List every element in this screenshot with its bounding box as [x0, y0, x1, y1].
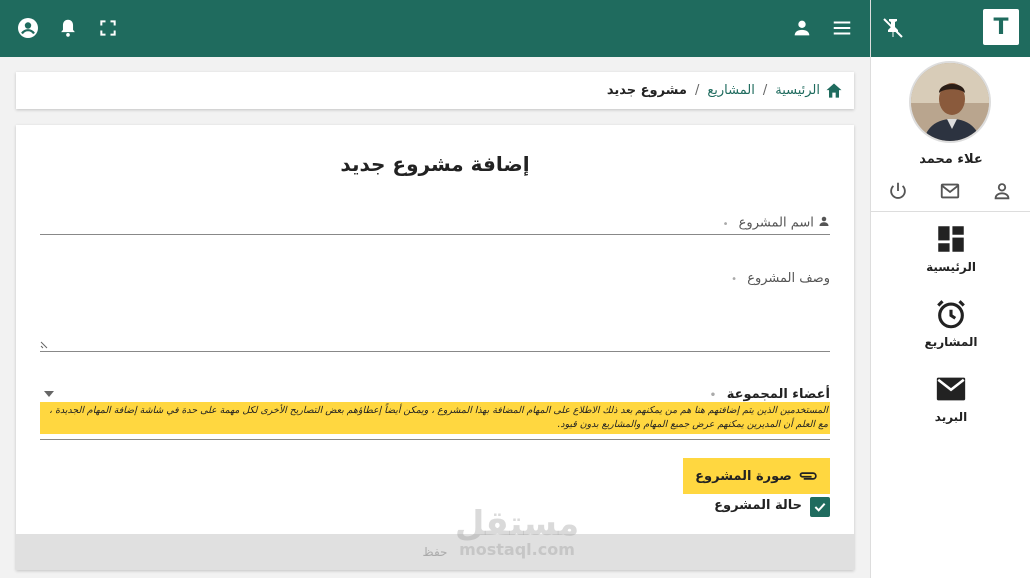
project-desc-label-text: وصف المشروع [747, 271, 830, 286]
page-title: إضافة مشروع جديد [340, 152, 530, 176]
fullscreen-icon[interactable] [94, 14, 122, 42]
save-button[interactable]: حفظ [16, 534, 854, 570]
sidebar-item-label: الرئيسية [926, 260, 976, 274]
profile-icon[interactable] [991, 180, 1015, 204]
paperclip-icon [792, 469, 818, 483]
project-desc-label: وصف المشروع • [731, 271, 830, 286]
project-status-checkbox[interactable] [810, 497, 830, 517]
envelope-icon[interactable] [939, 180, 963, 204]
top-app-bar [0, 0, 870, 57]
members-label: أعضاء المجموعة • [710, 387, 830, 402]
mail-icon [934, 372, 968, 406]
sidebar-item-label: البريد [934, 410, 968, 424]
project-name-input[interactable] [40, 234, 830, 235]
sidebar-header: T [871, 0, 1030, 57]
person-small-icon [818, 215, 830, 231]
avatar [909, 61, 991, 143]
menu-icon[interactable] [828, 14, 856, 42]
user-actions [871, 180, 1030, 206]
project-desc-textarea[interactable] [40, 351, 830, 352]
project-status-label: حالة المشروع [714, 498, 802, 513]
breadcrumb-home[interactable]: الرئيسية [775, 83, 820, 98]
breadcrumb-projects[interactable]: المشاريع [707, 83, 754, 98]
user-name: علاء محمد [919, 152, 983, 167]
breadcrumb-current: مشروع جديد [606, 83, 687, 98]
project-name-label-text: اسم المشروع [738, 215, 814, 231]
dashboard-icon [934, 222, 968, 256]
checkmark-icon [812, 499, 828, 515]
sidebar-item-label: المشاريع [924, 335, 978, 349]
upload-image-label: صورة المشروع [695, 468, 792, 484]
upload-image-button[interactable]: صورة المشروع [683, 458, 830, 494]
app-logo: T [983, 9, 1019, 45]
unpin-icon[interactable] [881, 16, 905, 40]
members-select[interactable] [40, 439, 830, 440]
required-marker: • [731, 274, 738, 285]
breadcrumb-separator: / [694, 83, 700, 98]
sidebar-item-projects[interactable]: المشاريع [871, 297, 1030, 349]
project-form: إضافة مشروع جديد اسم المشروع • وصف المشر… [16, 125, 854, 570]
breadcrumb: الرئيسية / المشاريع / مشروع جديد [16, 72, 854, 109]
sidebar-divider [871, 211, 1030, 212]
required-marker: • [722, 218, 729, 230]
members-dropdown-arrow-icon[interactable] [44, 391, 54, 397]
sidebar: T علاء محمد الرئيسية المشاريع البريد [870, 0, 1030, 578]
textarea-resize-icon[interactable] [40, 334, 50, 349]
sidebar-item-home[interactable]: الرئيسية [871, 222, 1030, 274]
notification-bell-icon[interactable] [54, 14, 82, 42]
breadcrumb-separator: / [762, 83, 768, 98]
person-icon[interactable] [788, 14, 816, 42]
home-icon[interactable] [824, 81, 844, 101]
sidebar-item-mail[interactable]: البريد [871, 372, 1030, 424]
account-circle-icon[interactable] [14, 14, 42, 42]
power-icon[interactable] [887, 180, 911, 204]
required-marker: • [709, 390, 717, 401]
members-note: المستخدمين الذين يتم إضافتهم هنا هم من ي… [40, 402, 830, 434]
members-label-text: أعضاء المجموعة [726, 387, 830, 402]
project-name-label: اسم المشروع • [723, 215, 830, 231]
alarm-clock-icon [934, 297, 968, 331]
